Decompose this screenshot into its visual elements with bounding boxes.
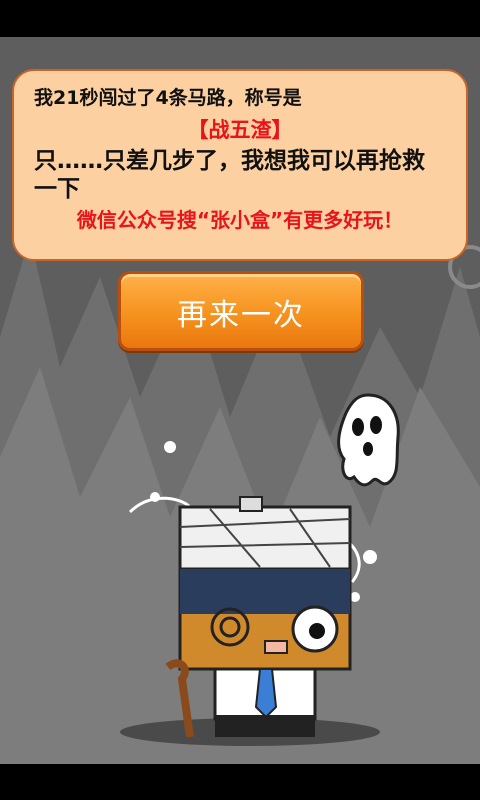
retry-button[interactable]: 再来一次 xyxy=(118,271,364,351)
retry-button-label: 再来一次 xyxy=(177,298,305,333)
status-bar xyxy=(0,0,480,37)
result-comment-text: 只……只差几步了，我想我可以再抢救 xyxy=(34,148,425,174)
promo-text: 微信公众号搜“张小盒”有更多好玩！ xyxy=(76,208,404,232)
dizzy-box-character xyxy=(128,441,377,737)
result-panel: 我21秒闯过了4条马路，称号是 【战五渣】 只……只差几步了，我想我可以再抢救 … xyxy=(12,69,468,261)
result-summary-text: 我21秒闯过了4条马路，称号是 xyxy=(34,87,302,109)
nav-bar xyxy=(0,764,480,800)
result-title-text: 【战五渣】 xyxy=(187,118,293,142)
result-comment-text-2: 一下 xyxy=(34,176,80,202)
game-stage: 我21秒闯过了4条马路，称号是 【战五渣】 只……只差几步了，我想我可以再抢救 … xyxy=(0,37,480,764)
